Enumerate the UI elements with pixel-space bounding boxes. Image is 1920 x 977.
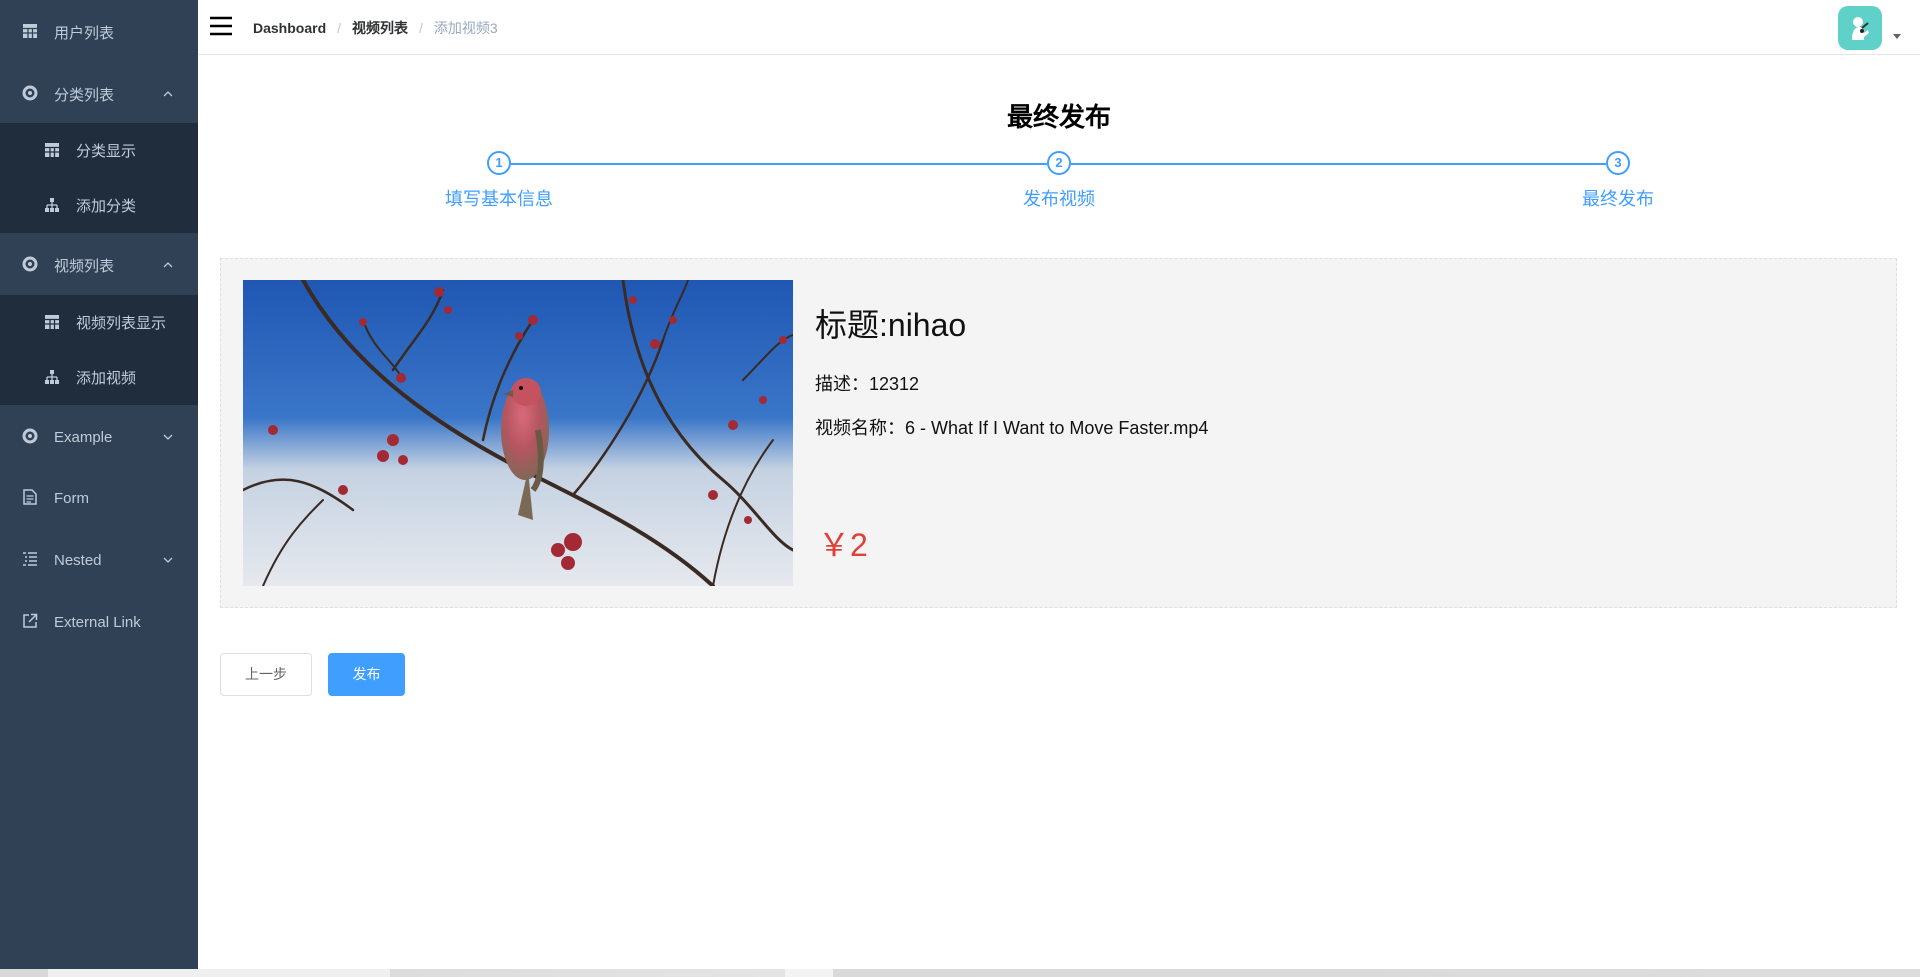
table-icon bbox=[23, 24, 37, 38]
chevron-down-icon bbox=[163, 434, 173, 440]
breadcrumb-dashboard[interactable]: Dashboard bbox=[253, 20, 326, 36]
step-3-circle: 3 bbox=[1606, 151, 1630, 175]
step-1-circle: 1 bbox=[487, 151, 511, 175]
chevron-up-icon bbox=[163, 91, 173, 97]
sidebar-item-label: 添加分类 bbox=[76, 198, 137, 215]
submenu-category: 分类显示 添加分类 bbox=[0, 123, 198, 233]
gear-icon bbox=[22, 428, 38, 444]
sidebar-item-label: External Link bbox=[54, 613, 141, 631]
tree-icon bbox=[45, 370, 59, 384]
caret-down-icon[interactable] bbox=[1893, 34, 1901, 40]
avatar-image bbox=[1852, 17, 1869, 40]
sidebar-item-label: Nested bbox=[54, 551, 102, 569]
external-link-icon bbox=[23, 613, 38, 628]
step-connector bbox=[1071, 163, 1606, 165]
breadcrumb-add-video: 添加视频3 bbox=[433, 20, 498, 36]
sidebar-item-category-display[interactable]: 分类显示 bbox=[0, 123, 198, 178]
step-2-circle: 2 bbox=[1047, 151, 1071, 175]
breadcrumb-separator: / bbox=[337, 20, 342, 36]
video-title: 标题:nihao bbox=[815, 307, 967, 343]
bottom-scrollbar[interactable] bbox=[0, 969, 1920, 977]
table-icon bbox=[45, 315, 59, 329]
form-icon bbox=[23, 489, 37, 505]
step-2-label: 发布视频 bbox=[1023, 189, 1095, 209]
sidebar-item-label: 分类列表 bbox=[54, 86, 115, 104]
breadcrumb-video-list[interactable]: 视频列表 bbox=[352, 18, 408, 38]
gear-icon bbox=[22, 256, 38, 272]
sidebar-item-label: 视频列表显示 bbox=[76, 315, 167, 332]
tree-icon bbox=[45, 198, 59, 212]
sidebar-item-add-video[interactable]: 添加视频 bbox=[0, 350, 198, 405]
sidebar-item-add-category[interactable]: 添加分类 bbox=[0, 178, 198, 233]
navbar: Dashboard / 视频列表 / 添加视频3 bbox=[198, 0, 1920, 55]
video-cover-image bbox=[243, 280, 793, 586]
gear-icon bbox=[22, 85, 38, 101]
breadcrumb: Dashboard / 视频列表 / 添加视频3 bbox=[253, 18, 498, 38]
table-icon bbox=[45, 143, 59, 157]
chevron-up-icon bbox=[163, 262, 173, 268]
step-connector bbox=[511, 163, 1047, 165]
sidebar-item-nested[interactable]: Nested bbox=[0, 532, 198, 588]
publish-button[interactable]: 发布 bbox=[328, 653, 405, 696]
video-description: 描述：12312 bbox=[815, 374, 920, 394]
sidebar-item-example[interactable]: Example bbox=[0, 409, 198, 465]
sidebar-item-user-list[interactable]: 用户列表 bbox=[0, 4, 198, 60]
page-title: 最终发布 bbox=[1006, 102, 1111, 132]
video-price: ￥2 bbox=[818, 527, 868, 563]
step-1-label: 填写基本信息 bbox=[445, 189, 553, 209]
sidebar-item-label: Form bbox=[54, 489, 89, 507]
sidebar-item-external-link[interactable]: External Link bbox=[0, 594, 198, 650]
sidebar-item-label: 分类显示 bbox=[76, 143, 137, 160]
video-file-name: 视频名称：6 - What If I Want to Move Faster.m… bbox=[815, 418, 1209, 438]
sidebar-item-form[interactable]: Form bbox=[0, 470, 198, 526]
chevron-down-icon bbox=[163, 557, 173, 563]
hamburger-icon[interactable] bbox=[210, 16, 232, 36]
avatar[interactable] bbox=[1838, 6, 1882, 50]
sidebar-item-label: Example bbox=[54, 428, 113, 446]
sidebar-item-video-list-display[interactable]: 视频列表显示 bbox=[0, 295, 198, 350]
sidebar-item-label: 视频列表 bbox=[54, 257, 115, 275]
prev-step-button[interactable]: 上一步 bbox=[220, 653, 312, 696]
sidebar: 用户列表 分类列表 分类显示 添加分类 视频列表 视频列表显示 添加视频 Exa… bbox=[0, 0, 198, 977]
breadcrumb-separator: / bbox=[419, 20, 423, 36]
sidebar-item-label: 添加视频 bbox=[76, 370, 137, 387]
sidebar-item-category-list[interactable]: 分类列表 bbox=[0, 66, 198, 122]
submenu-video: 视频列表显示 添加视频 bbox=[0, 295, 198, 405]
sidebar-item-label: 用户列表 bbox=[54, 24, 115, 42]
sidebar-item-video-list[interactable]: 视频列表 bbox=[0, 237, 198, 293]
nested-icon bbox=[23, 552, 37, 566]
step-3-label: 最终发布 bbox=[1582, 189, 1654, 209]
